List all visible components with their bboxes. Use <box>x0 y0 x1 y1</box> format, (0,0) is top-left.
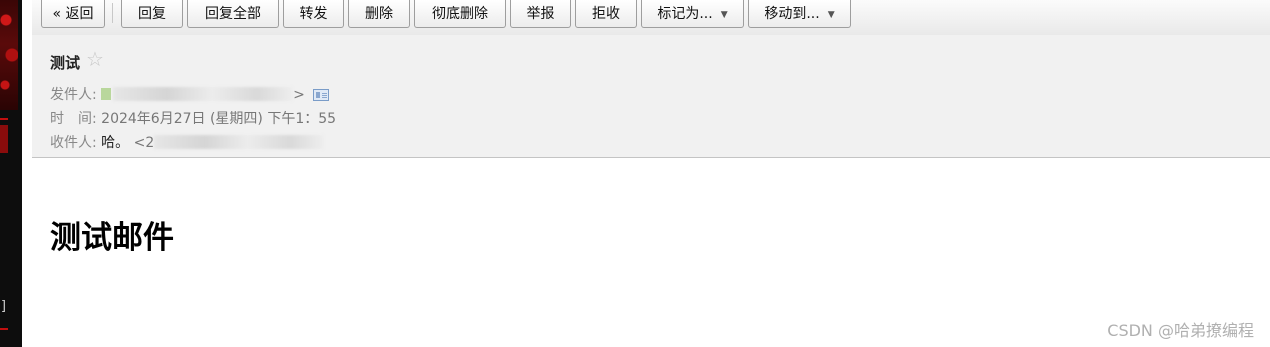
reply-all-button[interactable]: 回复全部 <box>187 0 279 28</box>
sender-row: 发件人: > <box>50 84 330 104</box>
delete-permanently-button[interactable]: 彻底删除 <box>414 0 506 28</box>
time-row: 时 间: 2024年6月27日 (星期四) 下午1：55 <box>50 108 336 128</box>
strip-accent <box>0 328 8 330</box>
strip-bracket: ] <box>0 299 8 314</box>
star-icon[interactable]: ☆ <box>86 49 104 69</box>
delete-button[interactable]: 删除 <box>348 0 410 28</box>
chevron-down-icon: ▼ <box>720 10 728 20</box>
sender-label: 发件人: <box>50 87 97 103</box>
toolbar-divider <box>112 3 113 23</box>
recipient-address-start: <2 <box>133 135 155 151</box>
chevron-down-icon: ▼ <box>827 10 835 20</box>
move-to-label: 移动到... <box>764 6 820 22</box>
recipient-address-redacted <box>154 135 325 149</box>
reject-button[interactable]: 拒收 <box>575 0 637 28</box>
mail-header: 测试 ☆ 发件人: > 时 间: 2024年6月27日 (星期四) 下午1：55… <box>32 35 1270 158</box>
recipient-row: 收件人: 哈。 <2 <box>50 132 325 152</box>
mark-as-label: 标记为... <box>657 6 713 22</box>
mail-toolbar: « 返回 回复 回复全部 转发 删除 彻底删除 举报 拒收 标记为... ▼ 移动… <box>32 0 1270 35</box>
background-artwork <box>0 0 18 110</box>
report-button[interactable]: 举报 <box>510 0 571 28</box>
strip-accent <box>0 125 8 153</box>
mail-body-content: 测试邮件 <box>50 220 174 256</box>
sender-address-redacted <box>113 87 294 101</box>
time-label: 时 间: <box>50 111 97 127</box>
strip-accent <box>0 118 8 120</box>
mark-as-dropdown[interactable]: 标记为... ▼ <box>641 0 744 28</box>
move-to-dropdown[interactable]: 移动到... ▼ <box>748 0 851 28</box>
back-button[interactable]: « 返回 <box>41 0 105 28</box>
recipient-name: 哈。 <box>101 135 130 151</box>
contact-card-icon[interactable] <box>313 89 330 101</box>
reply-button[interactable]: 回复 <box>121 0 183 28</box>
sender-address-end: > <box>293 87 305 103</box>
mail-subject: 测试 <box>50 54 81 72</box>
time-value: 2024年6月27日 (星期四) 下午1：55 <box>101 111 337 127</box>
background-window-strip: ] <box>0 0 22 347</box>
recipient-label: 收件人: <box>50 135 97 151</box>
forward-button[interactable]: 转发 <box>283 0 344 28</box>
watermark: CSDN @哈弟撩编程 <box>1107 321 1254 340</box>
sender-avatar-chip <box>101 88 112 100</box>
